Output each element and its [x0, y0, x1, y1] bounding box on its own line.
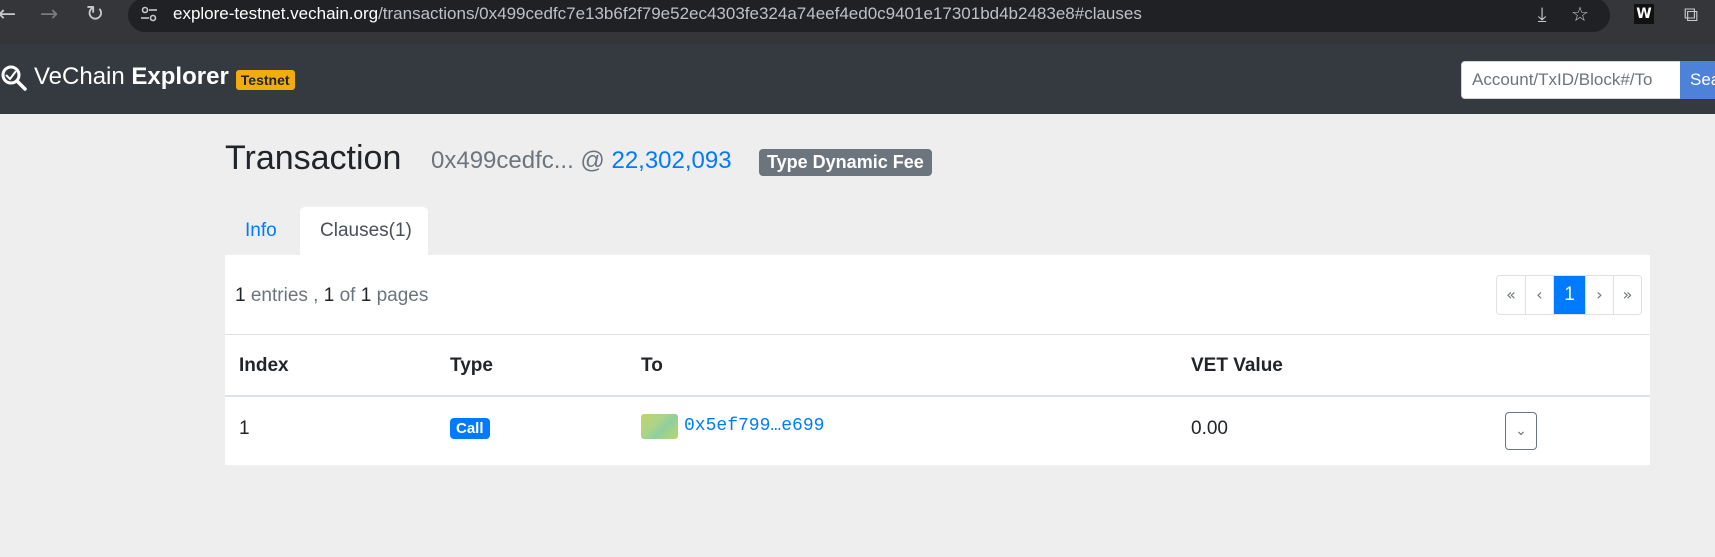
total-pages: 1: [360, 285, 372, 306]
tx-type-badge: Type Dynamic Fee: [759, 149, 932, 176]
page-1-button[interactable]: 1: [1553, 276, 1585, 314]
search-button[interactable]: Sea: [1680, 61, 1715, 99]
extensions-puzzle-icon[interactable]: ⧉: [1678, 2, 1704, 28]
extension-w-icon[interactable]: W: [1634, 4, 1654, 24]
url-text[interactable]: explore-testnet.vechain.org/transactions…: [173, 4, 1142, 24]
column-header-vet-value: VET Value: [1191, 355, 1283, 376]
url-host: explore-testnet.vechain.org: [173, 4, 379, 23]
forward-arrow-icon[interactable]: →: [36, 2, 62, 28]
table-top-divider: [225, 334, 1650, 335]
entries-text: entries ,: [245, 285, 324, 306]
column-header-type: Type: [450, 355, 493, 376]
tx-subheading: 0x499cedfc... @ 22,302,093: [431, 147, 732, 175]
column-header-to: To: [641, 355, 663, 376]
pages-text: pages: [371, 285, 429, 306]
address-bar[interactable]: explore-testnet.vechain.org/transactions…: [128, 0, 1610, 32]
pagination: « ‹ 1 › »: [1496, 275, 1642, 315]
chevron-down-icon: ⌄: [1515, 423, 1527, 439]
next-page-button[interactable]: ›: [1585, 276, 1613, 314]
to-address-link[interactable]: 0x5ef799…e699: [684, 416, 824, 436]
network-badge: Testnet: [235, 69, 295, 90]
column-header-index: Index: [239, 355, 289, 376]
install-app-icon[interactable]: ⤓: [1530, 2, 1554, 26]
browser-toolbar: ← → ↻ explore-testnet.vechain.org/transa…: [0, 0, 1715, 44]
clauses-card: 1 entries , 1 of 1 pages « ‹ 1 › » Index…: [225, 255, 1650, 465]
current-page: 1: [323, 285, 335, 306]
tab-clauses[interactable]: Clauses(1): [300, 207, 428, 255]
table-header-divider: [225, 395, 1650, 397]
url-path: /transactions/0x499cedfc7e13b6f2f79e52ec…: [378, 4, 1142, 23]
vet-value: 0.00: [1191, 418, 1228, 439]
brand-link[interactable]: VeChain Explorer Testnet: [0, 62, 295, 92]
tab-info[interactable]: Info: [225, 207, 297, 255]
of-text: of: [334, 285, 361, 306]
site-settings-icon[interactable]: [140, 4, 158, 24]
brand-name-bold: Explorer: [131, 63, 229, 90]
brand-name-light: VeChain: [34, 63, 132, 90]
row-index: 1: [239, 418, 250, 439]
address-identicon: [641, 414, 678, 439]
entries-count: 1: [235, 285, 246, 306]
search-input[interactable]: [1461, 61, 1681, 99]
tx-hash-short: 0x499cedfc...: [431, 147, 574, 174]
page-title: Transaction: [225, 139, 402, 177]
clause-type-badge: Call: [450, 418, 490, 439]
block-number-link[interactable]: 22,302,093: [611, 147, 731, 174]
last-page-button[interactable]: »: [1613, 276, 1641, 314]
prev-page-button[interactable]: ‹: [1525, 276, 1553, 314]
expand-row-button[interactable]: ⌄: [1505, 412, 1537, 450]
first-page-button[interactable]: «: [1497, 276, 1525, 314]
at-separator: @: [573, 147, 612, 174]
brand-name: VeChain Explorer: [34, 63, 229, 91]
vechain-logo-icon: [1, 65, 27, 91]
reload-icon[interactable]: ↻: [82, 2, 108, 28]
entries-summary: 1 entries , 1 of 1 pages: [235, 285, 428, 307]
back-arrow-icon[interactable]: ←: [0, 2, 20, 28]
app-navbar: VeChain Explorer Testnet Sea: [0, 44, 1715, 114]
bookmark-star-icon[interactable]: ☆: [1568, 2, 1592, 26]
